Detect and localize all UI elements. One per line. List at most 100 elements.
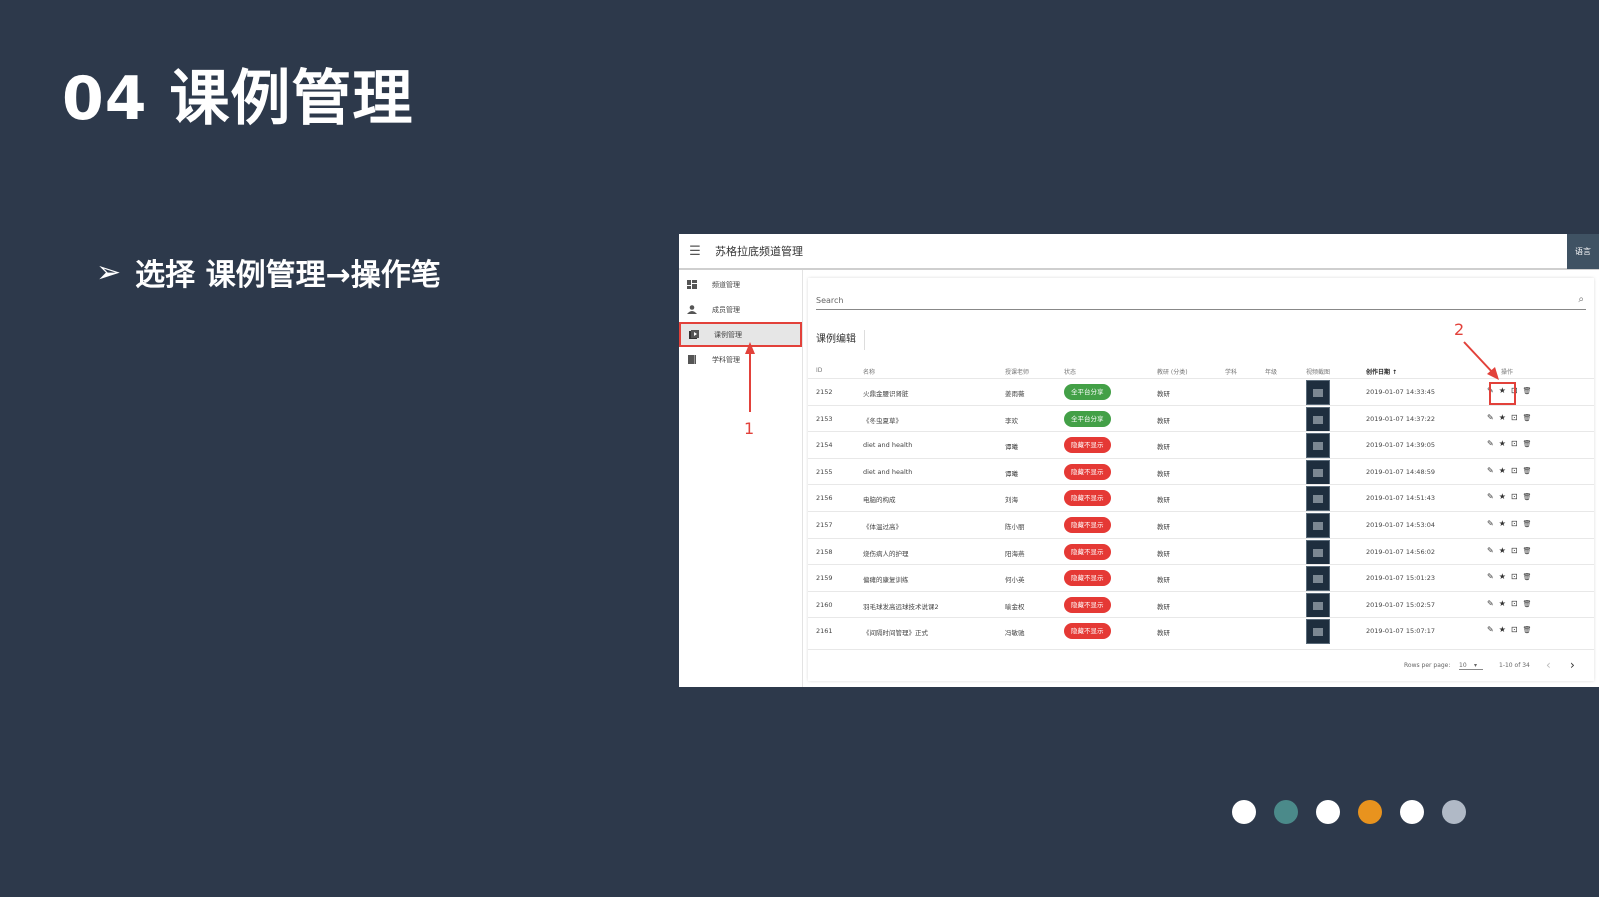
- search-bar[interactable]: Search ⌕: [816, 292, 1586, 310]
- copy-icon[interactable]: ⊡: [1511, 519, 1523, 528]
- cell-teacher: 阳海燕: [1005, 549, 1025, 558]
- cell-date: 2019-01-07 15:07:17: [1366, 627, 1436, 636]
- pager-dot-1[interactable]: [1232, 800, 1256, 824]
- edit-pencil-icon[interactable]: ✎: [1487, 439, 1499, 448]
- book-icon: [687, 355, 697, 364]
- cell-teacher: 姜雨薇: [1005, 390, 1025, 398]
- cell-name: 羽毛球发高远球技术说课2: [863, 602, 939, 611]
- star-icon[interactable]: ★: [1499, 439, 1511, 448]
- star-icon[interactable]: ★: [1499, 625, 1511, 634]
- pager-dot-6[interactable]: [1442, 800, 1466, 824]
- edit-pencil-icon[interactable]: ✎: [1487, 546, 1499, 555]
- table-row[interactable]: 2155 diet and health 谭曦 隐藏不显示 教研 2019-01-07 1…: [808, 457, 1594, 485]
- cell-id: 2156: [816, 494, 833, 503]
- edit-pencil-icon[interactable]: ✎: [1487, 599, 1499, 608]
- edit-pencil-icon[interactable]: ✎: [1487, 572, 1499, 581]
- prev-page-button[interactable]: ‹: [1546, 658, 1551, 672]
- table-row[interactable]: 2159 偏瘫的康复训练 何小英 隐藏不显示 教研 2019-01-07 15:01:23…: [808, 564, 1594, 592]
- delete-icon[interactable]: 🗑: [1523, 600, 1537, 608]
- table-row[interactable]: 2154 diet and health 谭曦 隐藏不显示 教研 2019-01-07 1…: [808, 431, 1594, 459]
- sidebar-item-1[interactable]: 频道管理: [679, 272, 802, 297]
- copy-icon[interactable]: ⊡: [1511, 492, 1523, 501]
- row-actions: ✎★⊡🗑: [1487, 439, 1536, 448]
- cell-teacher: 何小英: [1005, 576, 1025, 585]
- app-screenshot: ☰ 苏格拉底频道管理 语言 频道管理 成员管理 课例管理 学科管理 Search ⌕ …: [679, 234, 1599, 687]
- table-row[interactable]: 2161 《间隔时间管理》正式 冯敏驰 隐藏不显示 教研 2019-01-07 15:07…: [808, 617, 1594, 645]
- search-icon[interactable]: ⌕: [1578, 294, 1584, 305]
- column-header-9[interactable]: 创作日期 ↑: [1366, 367, 1397, 376]
- table-row[interactable]: 2160 羽毛球发高远球技术说课2 喻金权 隐藏不显示 教研 2019-01-07 15:…: [808, 590, 1594, 618]
- sidebar-item-4[interactable]: 学科管理: [679, 347, 802, 372]
- delete-icon[interactable]: 🗑: [1523, 547, 1537, 555]
- row-actions: ✎★⊡🗑: [1487, 625, 1536, 634]
- delete-icon[interactable]: 🗑: [1523, 414, 1537, 422]
- star-icon[interactable]: ★: [1499, 466, 1511, 475]
- slide-title: 04 课例管理: [62, 64, 414, 134]
- rows-per-page-select[interactable]: 10: [1459, 662, 1483, 670]
- cell-category: 教研: [1157, 629, 1170, 638]
- table-row[interactable]: 2158 烧伤病人的护理 阳海燕 隐藏不显示 教研 2019-01-07 14:56:02…: [808, 537, 1594, 565]
- table-row[interactable]: 2157 《体温过高》 陈小丽 隐藏不显示 教研 2019-01-07 14:53:04 ✎…: [808, 511, 1594, 538]
- pager-dot-2[interactable]: [1274, 800, 1298, 824]
- column-header-5: 教研 (分类): [1157, 369, 1188, 376]
- annotation-arrow-2: [1463, 341, 1499, 380]
- edit-pencil-icon[interactable]: ✎: [1487, 625, 1499, 634]
- copy-icon[interactable]: ⊡: [1511, 439, 1523, 448]
- cell-teacher: 冯敏驰: [1005, 629, 1025, 638]
- star-icon[interactable]: ★: [1499, 599, 1511, 608]
- copy-icon[interactable]: ⊡: [1511, 599, 1523, 608]
- table-row[interactable]: 2156 电脑的构成 刘海 隐藏不显示 教研 2019-01-07 14:51:43 ✎★⊡…: [808, 484, 1594, 512]
- star-icon[interactable]: ★: [1499, 492, 1511, 501]
- column-header-1: ID: [816, 367, 823, 374]
- cell-name: 火鼎金腰识肾脏: [863, 390, 909, 398]
- edit-pencil-icon[interactable]: ✎: [1487, 492, 1499, 501]
- delete-icon[interactable]: 🗑: [1523, 573, 1537, 581]
- video-thumbnail: [1306, 406, 1330, 432]
- video-thumbnail: [1306, 619, 1330, 645]
- annotation-arrow-1: [745, 342, 755, 412]
- star-icon[interactable]: ★: [1499, 546, 1511, 555]
- edit-pencil-icon[interactable]: ✎: [1487, 466, 1499, 475]
- search-input[interactable]: Search: [816, 296, 843, 305]
- pager-dot-5[interactable]: [1400, 800, 1424, 824]
- delete-icon[interactable]: 🗑: [1523, 493, 1537, 501]
- sidebar-item-label: 学科管理: [712, 355, 740, 364]
- cell-name: diet and health: [863, 441, 913, 450]
- pager-dot-4[interactable]: [1358, 800, 1382, 824]
- star-icon[interactable]: ★: [1499, 413, 1511, 422]
- sidebar-item-3[interactable]: 课例管理: [679, 322, 802, 347]
- copy-icon[interactable]: ⊡: [1511, 413, 1523, 422]
- pager-dot-3[interactable]: [1316, 800, 1340, 824]
- row-actions: ✎★⊡🗑: [1487, 413, 1536, 422]
- menu-icon[interactable]: ☰: [681, 244, 709, 259]
- language-button[interactable]: 语言: [1567, 234, 1599, 269]
- delete-icon[interactable]: 🗑: [1523, 440, 1537, 448]
- copy-icon[interactable]: ⊡: [1511, 466, 1523, 475]
- star-icon[interactable]: ★: [1499, 519, 1511, 528]
- delete-icon[interactable]: 🗑: [1523, 520, 1537, 528]
- bullet-text: 选择 课例管理→操作笔: [135, 258, 441, 293]
- star-icon[interactable]: ★: [1499, 572, 1511, 581]
- delete-icon[interactable]: 🗑: [1523, 626, 1537, 634]
- edit-pencil-icon[interactable]: ✎: [1487, 519, 1499, 528]
- edit-pencil-icon[interactable]: ✎: [1487, 413, 1499, 422]
- copy-icon[interactable]: ⊡: [1511, 625, 1523, 634]
- cell-id: 2152: [816, 388, 833, 396]
- delete-icon[interactable]: 🗑: [1523, 467, 1537, 475]
- sidebar-item-2[interactable]: 成员管理: [679, 297, 802, 322]
- status-badge: 隐藏不显示: [1064, 517, 1111, 533]
- copy-icon[interactable]: ⊡: [1511, 572, 1523, 581]
- table-row[interactable]: 2153 《冬虫夏草》 李欢 全平台分享 教研 2019-01-07 14:37:22 ✎★…: [808, 404, 1594, 432]
- chevron-down-icon[interactable]: ▾: [1474, 662, 1477, 669]
- cell-category: 教研: [1157, 523, 1170, 531]
- copy-icon[interactable]: ⊡: [1511, 546, 1523, 555]
- delete-icon[interactable]: 🗑: [1523, 387, 1537, 395]
- column-header-6: 学科: [1225, 369, 1238, 376]
- sidebar-item-label: 成员管理: [712, 305, 740, 314]
- next-page-button[interactable]: ›: [1570, 658, 1575, 672]
- cell-date: 2019-01-07 14:56:02: [1366, 547, 1436, 556]
- cell-category: 教研: [1157, 496, 1170, 505]
- cell-id: 2159: [816, 574, 833, 583]
- cell-date: 2019-01-07 15:01:23: [1366, 574, 1436, 583]
- sidebar-item-label: 课例管理: [714, 330, 742, 339]
